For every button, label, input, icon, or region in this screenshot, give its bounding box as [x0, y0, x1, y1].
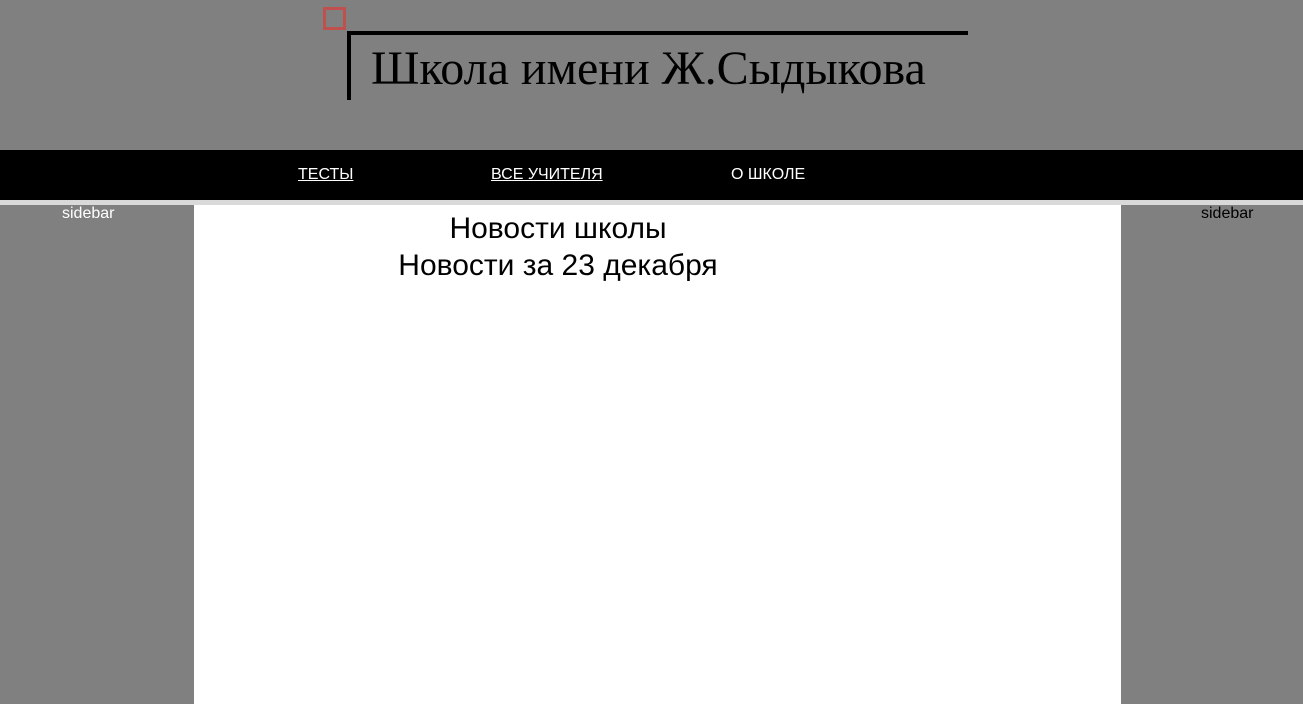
- news-heading: Новости школы: [449, 212, 667, 245]
- site-header: Школа имени Ж.Сыдыкова: [0, 0, 1303, 150]
- main-content: Новости школы Новости за 23 декабря: [194, 205, 1121, 704]
- logo-square-icon: [323, 7, 346, 30]
- left-sidebar: sidebar: [0, 205, 194, 704]
- site-title: Школа имени Ж.Сыдыкова: [371, 42, 926, 95]
- nav-link-tests[interactable]: ТЕСТЫ: [298, 165, 353, 185]
- title-top-rule: [347, 31, 968, 35]
- main-navigation: ТЕСТЫ ВСЕ УЧИТЕЛЯ О ШКОЛЕ: [0, 150, 1303, 200]
- news-date-heading: Новости за 23 декабря: [398, 249, 718, 282]
- nav-link-all-teachers[interactable]: ВСЕ УЧИТЕЛЯ: [491, 165, 603, 185]
- nav-link-about-school[interactable]: О ШКОЛЕ: [731, 165, 805, 185]
- right-sidebar: sidebar: [1121, 205, 1303, 704]
- left-sidebar-label: sidebar: [62, 205, 115, 222]
- title-left-rule: [347, 31, 351, 100]
- right-sidebar-label: sidebar: [1201, 205, 1254, 222]
